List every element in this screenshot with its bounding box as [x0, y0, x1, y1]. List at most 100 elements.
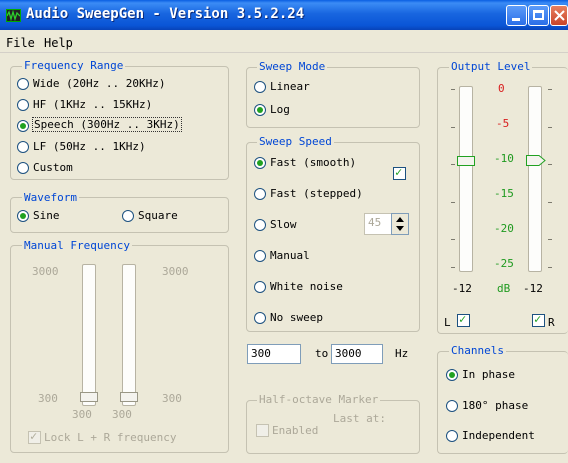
label-sine: Sine	[33, 209, 60, 222]
radio-square[interactable]	[122, 210, 134, 222]
radio-slow[interactable]	[254, 219, 266, 231]
left-slider-max: 3000	[32, 265, 59, 278]
radio-manual[interactable]	[254, 250, 266, 262]
left-slider-value: 300	[72, 408, 92, 421]
right-level-thumb[interactable]	[526, 155, 546, 166]
label-180-phase: 180° phase	[462, 399, 529, 412]
half-octave-title: Half-octave Marker	[257, 393, 381, 406]
menu-help[interactable]: Help	[44, 36, 73, 50]
radio-fast-smooth[interactable]	[254, 157, 266, 169]
close-button[interactable]	[550, 5, 568, 26]
left-scale-tick	[451, 89, 455, 90]
left-level-slider[interactable]	[459, 86, 473, 272]
radio-hf[interactable]	[17, 99, 29, 111]
minimize-icon	[512, 18, 520, 21]
label-speech: Speech (300Hz .. 3KHz)	[32, 117, 182, 132]
sweep-to-input[interactable]: 3000	[331, 344, 383, 364]
enabled-checkbox[interactable]	[256, 424, 269, 437]
radio-custom[interactable]	[17, 162, 29, 174]
radio-linear[interactable]	[254, 81, 266, 93]
left-level-value: -12	[452, 282, 472, 295]
radio-speech[interactable]	[17, 120, 29, 132]
sweep-mode-group	[246, 67, 420, 128]
label-no-sweep: No sweep	[270, 311, 323, 324]
left-scale-tick	[451, 202, 455, 203]
left-level-thumb[interactable]	[457, 156, 475, 166]
label-square: Square	[138, 209, 178, 222]
lock-frequency-label: Lock L + R frequency	[44, 431, 177, 444]
right-slider-value: 300	[112, 408, 132, 421]
left-frequency-thumb[interactable]	[80, 392, 98, 402]
left-frequency-slider[interactable]	[82, 264, 96, 406]
label-fast-stepped: Fast (stepped)	[270, 187, 363, 200]
right-scale-tick	[548, 267, 552, 268]
radio-sine[interactable]	[17, 210, 29, 222]
right-slider-min: 300	[162, 392, 182, 405]
close-icon	[554, 10, 565, 21]
label-white-noise: White noise	[270, 280, 343, 293]
scale-label-15: -15	[494, 187, 514, 200]
maximize-button[interactable]	[528, 5, 549, 26]
menu-file[interactable]: File	[6, 36, 35, 50]
right-level-slider[interactable]	[528, 86, 542, 272]
sweep-from-input[interactable]: 300	[247, 344, 301, 364]
radio-wide[interactable]	[17, 78, 29, 90]
enabled-label: Enabled	[272, 424, 319, 437]
left-scale-tick	[451, 127, 455, 128]
window-title: Audio SweepGen - Version 3.5.2.24	[26, 6, 305, 22]
left-slider-min: 300	[38, 392, 58, 405]
radio-fast-stepped[interactable]	[254, 188, 266, 200]
label-hf: HF (1KHz .. 15KHz)	[33, 98, 153, 111]
manual-frequency-title: Manual Frequency	[22, 239, 132, 252]
scale-label-0: 0	[498, 82, 505, 95]
app-icon	[6, 9, 21, 22]
left-scale-tick	[451, 239, 455, 240]
label-fast-smooth: Fast (smooth)	[270, 156, 357, 169]
slow-speed-input[interactable]: 45	[364, 213, 392, 235]
radio-independent[interactable]	[446, 430, 458, 442]
right-frequency-thumb[interactable]	[120, 392, 138, 402]
spinner-arrows-icon	[396, 217, 404, 231]
waveform-title: Waveform	[22, 191, 79, 204]
right-frequency-slider[interactable]	[122, 264, 136, 406]
radio-no-sweep[interactable]	[254, 312, 266, 324]
scale-label-20: -20	[494, 222, 514, 235]
scale-label-5: -5	[496, 117, 510, 130]
channels-title: Channels	[449, 344, 506, 357]
radio-180-phase[interactable]	[446, 400, 458, 412]
left-channel-checkbox[interactable]	[457, 312, 470, 327]
sweep-speed-title: Sweep Speed	[257, 135, 334, 148]
right-scale-tick	[548, 239, 552, 240]
scale-label-25: -25	[494, 257, 514, 270]
radio-log[interactable]	[254, 104, 266, 116]
right-scale-tick	[548, 202, 552, 203]
fast-smooth-checkbox[interactable]	[393, 165, 406, 180]
menu-bar	[0, 30, 568, 53]
sweep-mode-title: Sweep Mode	[257, 60, 328, 73]
label-lf: LF (50Hz .. 1KHz)	[33, 140, 146, 153]
radio-white-noise[interactable]	[254, 281, 266, 293]
left-channel-label: L	[444, 316, 451, 329]
right-slider-max: 3000	[162, 265, 189, 278]
right-channel-checkbox[interactable]	[532, 312, 545, 327]
right-level-value: -12	[523, 282, 543, 295]
maximize-icon	[533, 10, 544, 20]
slow-speed-spinner[interactable]	[391, 213, 409, 235]
output-level-title: Output Level	[449, 60, 533, 73]
label-slow: Slow	[270, 218, 297, 231]
right-scale-tick	[548, 127, 552, 128]
label-log: Log	[270, 103, 290, 116]
minimize-button[interactable]	[506, 5, 527, 26]
db-unit-label: dB	[497, 282, 511, 295]
left-scale-tick	[451, 267, 455, 268]
right-scale-tick	[548, 89, 552, 90]
lock-frequency-checkbox[interactable]	[28, 429, 41, 444]
left-scale-tick	[451, 164, 455, 165]
radio-in-phase[interactable]	[446, 369, 458, 381]
label-custom: Custom	[33, 161, 73, 174]
radio-lf[interactable]	[17, 141, 29, 153]
label-wide: Wide (20Hz .. 20KHz)	[33, 77, 166, 90]
label-manual: Manual	[270, 249, 310, 262]
label-in-phase: In phase	[462, 368, 515, 381]
scale-label-10: -10	[494, 152, 514, 165]
